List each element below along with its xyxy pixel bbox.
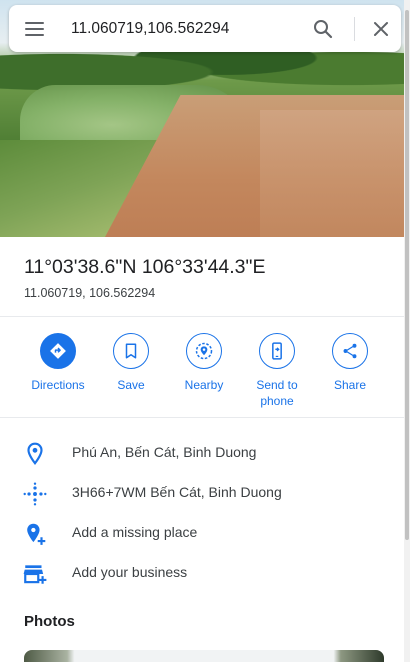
plus-code-row[interactable]: 3H66+7WM Bến Cát, Binh Duong xyxy=(0,473,404,513)
phone-icon xyxy=(259,333,295,369)
place-title: 11°03'38.6"N 106°33'44.3"E xyxy=(24,256,266,278)
menu-icon[interactable] xyxy=(23,18,47,40)
add-missing-place-text: Add a missing place xyxy=(72,524,198,540)
scrollbar[interactable] xyxy=(404,0,410,662)
search-bar xyxy=(9,5,401,52)
search-input[interactable] xyxy=(71,17,291,41)
add-place-icon xyxy=(22,521,48,547)
share-label: Share xyxy=(333,378,367,392)
dirt-road-highlight xyxy=(260,110,410,237)
add-business-text: Add your business xyxy=(72,564,188,580)
plus-code-icon xyxy=(22,481,48,507)
decimal-coordinates: 11.060719, 106.562294 xyxy=(24,286,156,300)
add-business-icon xyxy=(22,561,48,587)
plus-code-text: 3H66+7WM Bến Cát, Binh Duong xyxy=(72,484,282,500)
scrollbar-thumb[interactable] xyxy=(405,10,409,540)
address-row[interactable]: Phú An, Bến Cát, Binh Duong xyxy=(0,433,404,473)
save-button[interactable]: Save xyxy=(94,330,168,393)
send-to-phone-button[interactable]: Send to phone xyxy=(240,330,314,409)
nearby-label: Nearby xyxy=(184,378,224,392)
add-business-row[interactable]: Add your business xyxy=(0,553,404,593)
close-icon[interactable] xyxy=(369,17,393,41)
search-icon[interactable] xyxy=(311,17,335,41)
directions-icon xyxy=(40,333,76,369)
add-missing-place-row[interactable]: Add a missing place xyxy=(0,513,404,553)
photo-thumbnails[interactable] xyxy=(24,650,384,662)
directions-button[interactable]: Directions xyxy=(21,330,95,393)
divider xyxy=(0,417,404,418)
location-pin-icon xyxy=(22,441,48,467)
divider xyxy=(0,316,404,317)
place-panel: 11°03'38.6"N 106°33'44.3"E 11.060719, 10… xyxy=(0,0,410,662)
share-button[interactable]: Share xyxy=(313,330,387,393)
send-to-phone-label: Send to phone xyxy=(256,378,298,408)
address-text: Phú An, Bến Cát, Binh Duong xyxy=(72,444,257,460)
share-icon xyxy=(332,333,368,369)
photos-heading: Photos xyxy=(24,613,75,630)
save-label: Save xyxy=(117,378,145,392)
nearby-icon xyxy=(186,333,222,369)
search-divider xyxy=(354,17,355,41)
bookmark-icon xyxy=(113,333,149,369)
directions-label: Directions xyxy=(31,378,85,392)
nearby-button[interactable]: Nearby xyxy=(167,330,241,393)
action-bar: Directions Save Nearby Send to phone Sha… xyxy=(0,330,404,410)
